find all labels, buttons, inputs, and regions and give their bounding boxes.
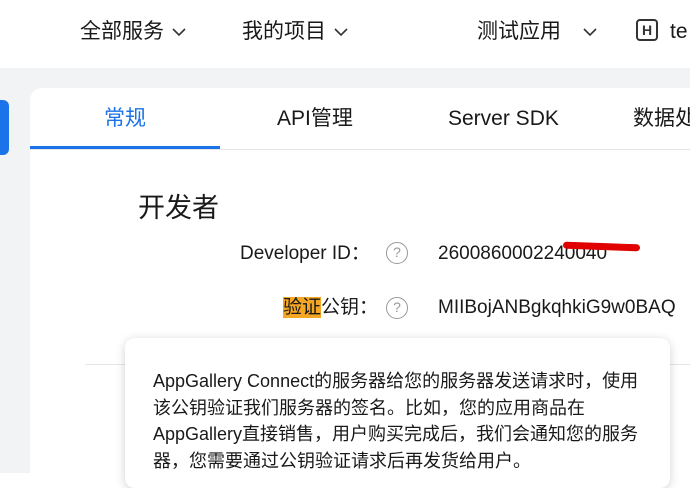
all-services-label: 全部服务: [80, 20, 164, 43]
chevron-down-icon: [583, 27, 597, 36]
active-tab-indicator: [30, 146, 220, 149]
section-title: 开发者: [138, 193, 219, 223]
search-highlight: 验证: [283, 297, 322, 318]
public-key-value: MIIBojANBgkqhkiG9w0BAQ: [438, 297, 676, 318]
tab-data-processing[interactable]: 数据处: [633, 105, 690, 133]
all-services-menu[interactable]: 全部服务: [80, 18, 186, 46]
sidebar-active-indicator: [0, 100, 9, 155]
tooltip-text: AppGallery Connect的服务器给您的服务器发送请求时，使用该公钥验…: [153, 371, 639, 471]
chevron-down-icon: [334, 27, 348, 36]
public-key-label-text: 公钥：: [321, 297, 379, 318]
public-key-tooltip: AppGallery Connect的服务器给您的服务器发送请求时，使用该公钥验…: [125, 338, 670, 488]
my-projects-label: 我的项目: [242, 20, 326, 43]
help-icon[interactable]: ?: [386, 297, 408, 319]
developer-id-label: Developer ID：: [240, 243, 370, 264]
chevron-down-icon: [172, 27, 186, 36]
app-switcher[interactable]: 测试应用: [477, 18, 597, 46]
help-icon[interactable]: ?: [386, 242, 408, 264]
user-menu[interactable]: te: [670, 18, 688, 46]
top-nav: 全部服务 我的项目 测试应用 H te: [0, 0, 690, 68]
tab-api-management[interactable]: API管理: [277, 105, 353, 133]
public-key-label: 验证公钥：: [283, 295, 378, 321]
tab-general[interactable]: 常规: [104, 105, 146, 133]
tab-server-sdk[interactable]: Server SDK: [448, 105, 559, 133]
my-projects-menu[interactable]: 我的项目: [242, 18, 348, 46]
app-badge-icon[interactable]: H: [636, 19, 658, 41]
tab-bar: 常规 API管理 Server SDK 数据处: [30, 88, 690, 150]
current-app-label: 测试应用: [477, 20, 561, 43]
